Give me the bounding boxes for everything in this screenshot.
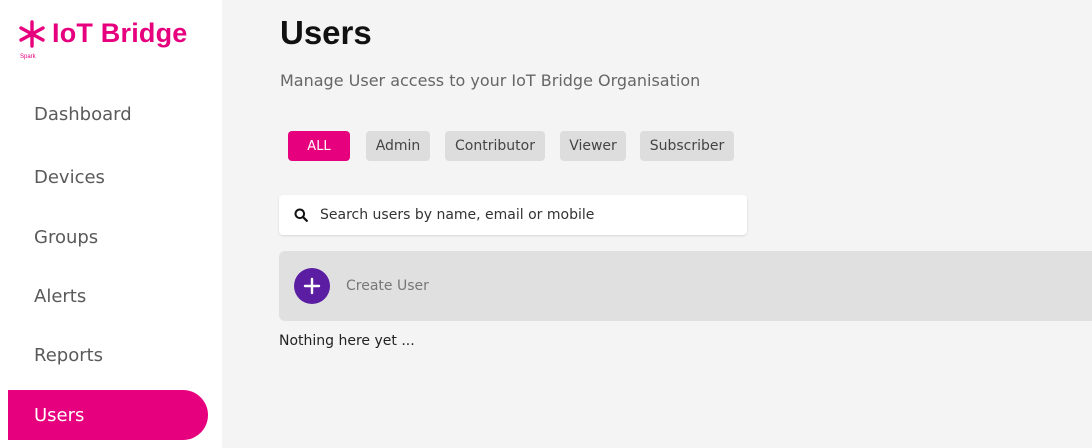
search-icon [294, 208, 308, 222]
sidebar: Spark IoT Bridge Dashboard Devices Group… [0, 0, 222, 448]
create-user-label: Create User [346, 278, 429, 294]
main-content: Users Manage User access to your IoT Bri… [222, 0, 1092, 448]
sidebar-item-alerts[interactable]: Alerts [34, 286, 86, 307]
filter-all[interactable]: ALL [288, 131, 350, 161]
filter-contributor[interactable]: Contributor [445, 131, 545, 161]
search-box[interactable] [279, 195, 747, 235]
filter-viewer[interactable]: Viewer [560, 131, 626, 161]
brand-sub: Spark [20, 54, 36, 60]
sidebar-item-devices[interactable]: Devices [34, 167, 105, 188]
create-user-button[interactable]: Create User [279, 251, 1092, 321]
brand-name: IoT Bridge [52, 18, 188, 48]
page-subtitle: Manage User access to your IoT Bridge Or… [280, 71, 701, 90]
filter-subscriber[interactable]: Subscriber [640, 131, 734, 161]
sidebar-item-label: Users [34, 404, 85, 426]
page-title: Users [280, 14, 372, 51]
sidebar-item-groups[interactable]: Groups [34, 227, 98, 248]
sidebar-item-reports[interactable]: Reports [34, 345, 103, 366]
search-input[interactable] [318, 206, 722, 224]
filter-admin[interactable]: Admin [366, 131, 430, 161]
empty-state-message: Nothing here yet ... [279, 333, 415, 349]
spark-logo-icon [19, 20, 45, 48]
brand-logo[interactable]: Spark IoT Bridge [18, 14, 218, 64]
sidebar-item-dashboard[interactable]: Dashboard [34, 104, 132, 125]
plus-icon [294, 268, 330, 304]
sidebar-item-users[interactable]: Users [8, 390, 208, 440]
